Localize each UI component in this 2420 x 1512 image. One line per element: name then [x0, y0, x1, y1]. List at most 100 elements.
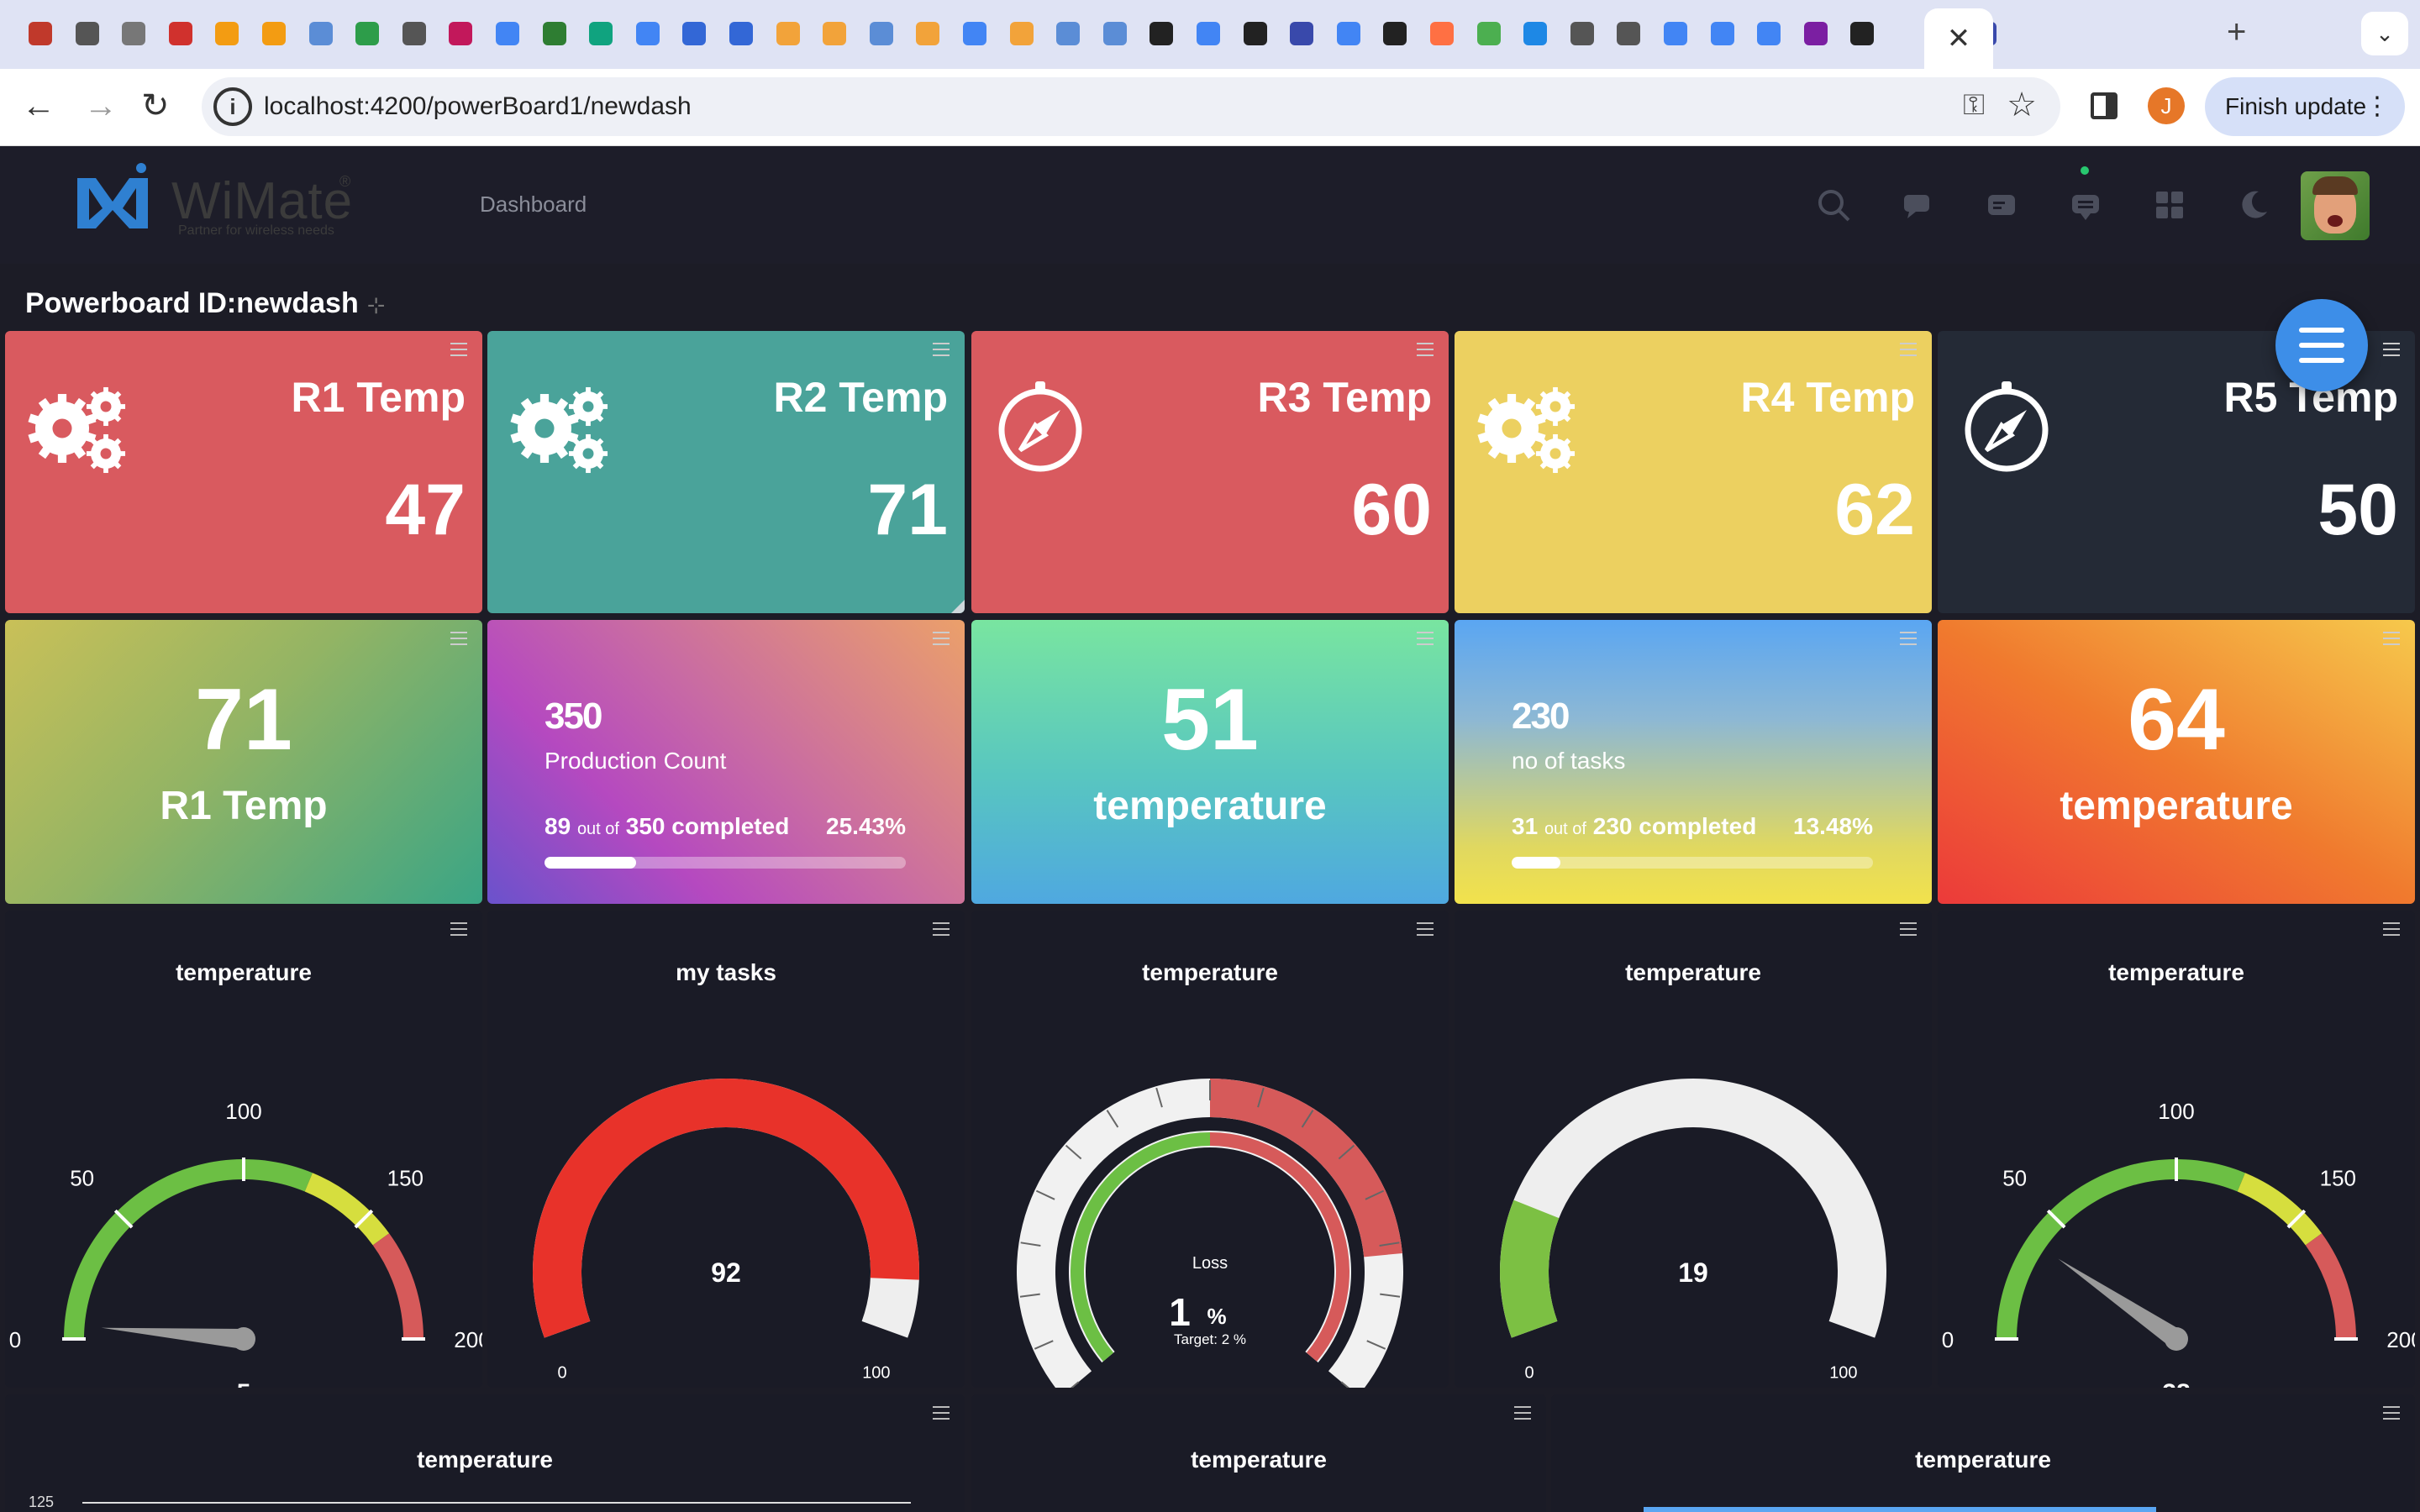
browser-tab[interactable] — [1192, 17, 1225, 50]
card-menu-icon[interactable] — [1900, 632, 1917, 649]
browser-tab[interactable] — [1799, 17, 1833, 50]
card-menu-icon[interactable] — [1900, 343, 1917, 360]
tab-favicon-icon — [402, 22, 426, 45]
browser-tab[interactable] — [444, 17, 477, 50]
browser-tab[interactable] — [1332, 17, 1365, 50]
gauge-tick-label: 0 — [1942, 1327, 1954, 1352]
search-icon[interactable] — [1815, 186, 1852, 223]
tab-close-icon[interactable]: ✕ — [1924, 22, 1993, 55]
browser-tab[interactable] — [724, 17, 758, 50]
url-text[interactable]: localhost:4200/powerBoard1/newdash — [264, 92, 692, 121]
browser-tab[interactable] — [1612, 17, 1645, 50]
card-menu-icon[interactable] — [1417, 343, 1434, 360]
bookmark-star-icon[interactable]: ☆ — [2007, 86, 2037, 124]
browser-tab[interactable] — [911, 17, 944, 50]
card-menu-icon[interactable] — [1417, 632, 1434, 649]
browser-tab[interactable] — [631, 17, 665, 50]
card-menu-icon[interactable] — [1514, 1406, 1531, 1424]
browser-tab[interactable] — [350, 17, 384, 50]
user-avatar[interactable] — [2301, 171, 2370, 240]
browser-tab[interactable] — [1518, 17, 1552, 50]
notification-icon[interactable] — [2067, 186, 2104, 223]
card-menu-icon[interactable] — [1900, 922, 1917, 940]
browser-tab[interactable] — [1472, 17, 1506, 50]
gauge-title: temperature — [1142, 959, 1278, 985]
browser-tab[interactable] — [117, 17, 150, 50]
browser-tab[interactable] — [1005, 17, 1039, 50]
finish-update-button[interactable]: Finish update ⋮ — [2205, 77, 2405, 136]
card-menu-icon[interactable] — [933, 1406, 950, 1424]
nav-dashboard-link[interactable]: Dashboard — [480, 192, 587, 218]
message-icon[interactable] — [1983, 186, 2020, 223]
browser-tab[interactable] — [1144, 17, 1178, 50]
browser-tab[interactable] — [397, 17, 431, 50]
browser-tab[interactable] — [1285, 17, 1318, 50]
browser-tab[interactable] — [1239, 17, 1272, 50]
tab-search-button[interactable]: ⌄ — [2361, 12, 2408, 55]
profile-avatar[interactable]: J — [2148, 87, 2185, 124]
browser-tab[interactable] — [584, 17, 618, 50]
reload-icon[interactable]: ↻ — [141, 87, 170, 124]
browser-tab[interactable] — [164, 17, 197, 50]
site-info-icon[interactable]: i — [213, 87, 252, 126]
browser-tab[interactable] — [865, 17, 898, 50]
dark-mode-moon-icon[interactable] — [2235, 186, 2272, 223]
browser-tab[interactable] — [1425, 17, 1459, 50]
browser-tab[interactable] — [1752, 17, 1786, 50]
resize-handle[interactable] — [951, 600, 965, 613]
back-icon[interactable]: ← — [22, 87, 55, 124]
browser-tab[interactable] — [491, 17, 524, 50]
collapse-icon[interactable]: ⊹ — [367, 292, 386, 318]
browser-tab[interactable] — [538, 17, 571, 50]
card-menu-icon[interactable] — [450, 632, 467, 649]
chat-icon[interactable] — [1899, 186, 1936, 223]
new-tab-button[interactable]: + — [2227, 13, 2246, 51]
card-menu-icon[interactable] — [933, 922, 950, 940]
card-menu-icon[interactable] — [2383, 922, 2400, 940]
browser-tab[interactable] — [304, 17, 338, 50]
forward-icon[interactable]: → — [84, 87, 118, 124]
card-menu-icon[interactable] — [450, 343, 467, 360]
tab-favicon-icon — [496, 22, 519, 45]
browser-tab[interactable] — [1051, 17, 1085, 50]
card-menu-icon[interactable] — [1417, 922, 1434, 940]
browser-tab[interactable] — [677, 17, 711, 50]
gauge-value: 38 — [2162, 1379, 2190, 1388]
browser-tab[interactable] — [1706, 17, 1739, 50]
browser-tab[interactable] — [1378, 17, 1412, 50]
kpi-value: 71 — [867, 470, 948, 550]
browser-tab[interactable] — [71, 17, 104, 50]
password-key-icon[interactable]: ⚿ — [1963, 89, 1985, 122]
card-menu-icon[interactable] — [2383, 343, 2400, 360]
finish-update-label: Finish update — [2225, 93, 2367, 119]
logo-registered: ® — [339, 173, 351, 190]
floating-menu-button[interactable] — [2275, 299, 2368, 391]
more-menu-icon[interactable]: ⋮ — [2365, 77, 2390, 136]
gauge-target-text: Target: 2 % — [1174, 1331, 1246, 1347]
card-menu-icon[interactable] — [2383, 1406, 2400, 1424]
browser-tab[interactable] — [818, 17, 851, 50]
card-menu-icon[interactable] — [933, 632, 950, 649]
card-menu-icon[interactable] — [450, 922, 467, 940]
browser-tab[interactable] — [771, 17, 805, 50]
card-menu-icon[interactable] — [2383, 632, 2400, 649]
browser-tab[interactable] — [257, 17, 291, 50]
gauge-tick-label: 0 — [9, 1327, 21, 1352]
browser-tab[interactable] — [958, 17, 992, 50]
apps-grid-icon[interactable] — [2151, 186, 2188, 223]
browser-tab[interactable] — [1098, 17, 1132, 50]
tab-favicon-icon — [542, 22, 566, 45]
browser-tab[interactable] — [1845, 17, 1879, 50]
chart-title: temperature — [417, 1446, 553, 1473]
browser-tab[interactable] — [24, 17, 57, 50]
active-tab[interactable]: ✕ — [1924, 8, 1993, 69]
browser-tab[interactable] — [210, 17, 244, 50]
gauge-needle — [101, 1327, 245, 1349]
gauge-value: 92 — [711, 1257, 741, 1288]
address-bar[interactable]: i localhost:4200/powerBoard1/newdash ⚿ ☆ — [202, 77, 2060, 136]
browser-tab[interactable] — [1659, 17, 1692, 50]
card-menu-icon[interactable] — [933, 343, 950, 360]
side-panel-icon[interactable] — [2091, 92, 2118, 119]
browser-tab[interactable] — [1565, 17, 1599, 50]
gauge-tick-label: 50 — [2002, 1166, 2027, 1191]
